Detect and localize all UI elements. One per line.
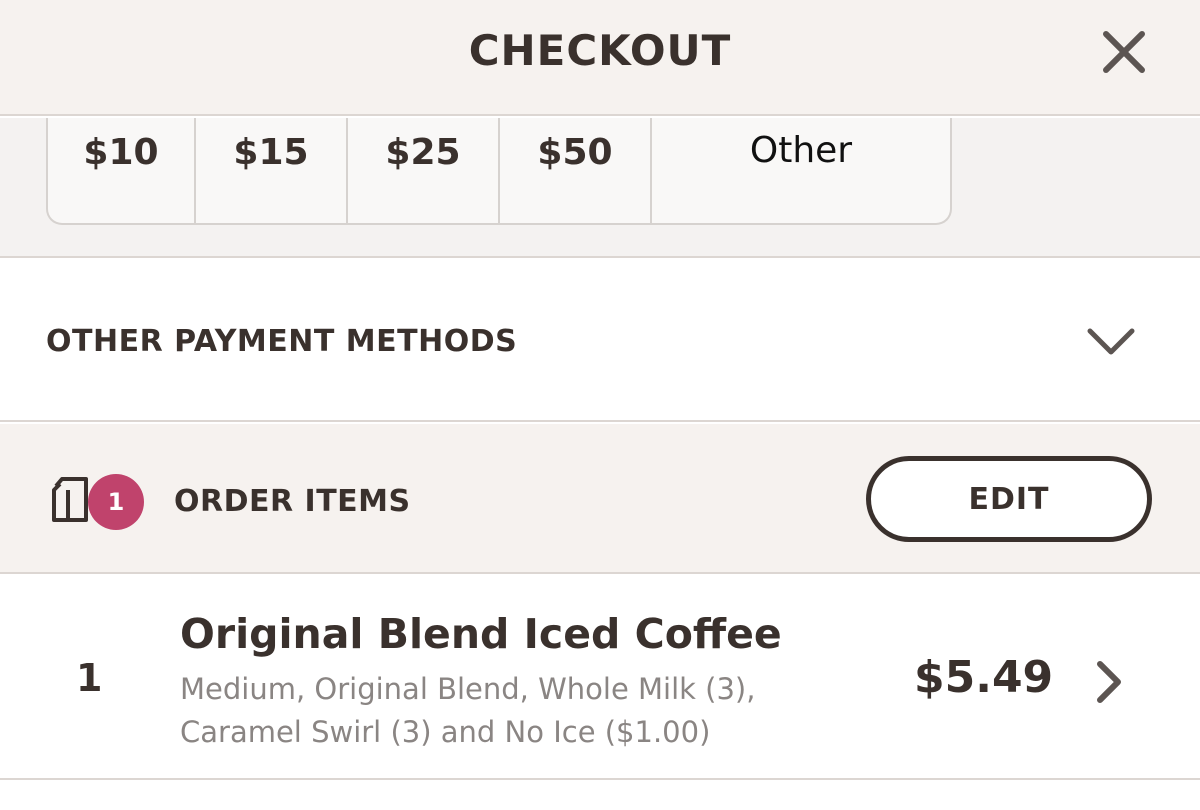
tip-option-50[interactable]: $50 xyxy=(500,118,652,223)
order-item-row[interactable]: 1 Original Blend Iced Coffee Medium, Ori… xyxy=(0,576,1200,780)
tip-options: $10 $15 $25 $50 Other xyxy=(46,118,952,225)
checkout-page: CHECKOUT $10 $15 $25 $50 Other OTHER PAY… xyxy=(0,0,1200,810)
item-quantity: 1 xyxy=(76,656,103,700)
item-name: Original Blend Iced Coffee xyxy=(180,610,782,658)
checkout-header: CHECKOUT xyxy=(0,0,1200,116)
tip-option-15[interactable]: $15 xyxy=(196,118,348,223)
tip-section: $10 $15 $25 $50 Other xyxy=(0,118,1200,258)
item-description-line-2: Caramel Swirl (3) and No Ice ($1.00) xyxy=(180,715,711,749)
item-count-badge: 1 xyxy=(88,474,144,530)
chevron-down-icon xyxy=(1087,328,1135,355)
tip-option-other[interactable]: Other xyxy=(652,118,950,223)
close-button[interactable] xyxy=(1098,26,1150,78)
item-description: Medium, Original Blend, Whole Milk (3), … xyxy=(180,668,820,754)
order-items-header: ORDER ITEMS EDIT xyxy=(0,424,1200,574)
item-price: $5.49 xyxy=(914,652,1054,703)
payment-methods-label: OTHER PAYMENT METHODS xyxy=(46,324,518,359)
edit-order-button[interactable]: EDIT xyxy=(866,456,1152,542)
bag-icon xyxy=(52,477,88,522)
tip-option-10[interactable]: $10 xyxy=(48,118,196,223)
chevron-right-icon xyxy=(1097,661,1121,703)
other-payment-methods-row[interactable]: OTHER PAYMENT METHODS xyxy=(0,260,1200,422)
close-icon xyxy=(1103,31,1145,73)
tip-option-25[interactable]: $25 xyxy=(348,118,500,223)
order-items-label: ORDER ITEMS xyxy=(174,484,411,519)
page-title: CHECKOUT xyxy=(468,26,732,75)
item-description-line-1: Medium, Original Blend, Whole Milk (3), xyxy=(180,672,756,706)
